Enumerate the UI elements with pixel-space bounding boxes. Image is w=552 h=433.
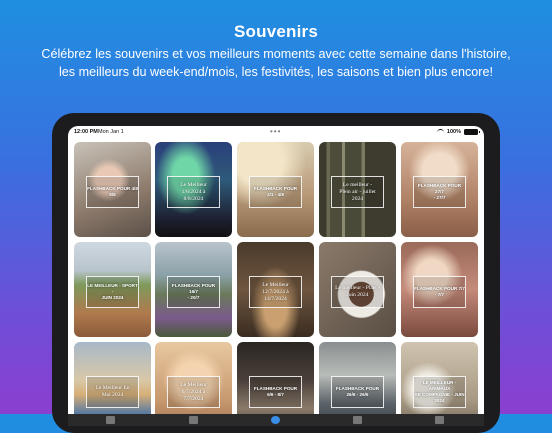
tab-calendar-icon[interactable] [353, 416, 362, 424]
status-date: Mon Jan 1 [98, 129, 124, 135]
memory-title: FLASHBACK POUR 27/7 - 27/7 [417, 183, 462, 200]
wifi-icon [436, 129, 444, 135]
memory-title: FLASHBACK POUR 16/7 - 20/7 [171, 283, 216, 300]
memory-tile[interactable]: FLASHBACK POUR 7/7 - 7/7 [401, 242, 478, 337]
tab-memories-icon[interactable] [271, 416, 280, 424]
memory-title: Le Meilleur 1/8/2024 à 8/8/2024 [180, 181, 207, 202]
memory-title: FLASHBACK POUR 2/1 - 4/8 [253, 186, 298, 197]
memory-tile[interactable]: Le Meilleur 12/7/2024 à 14/7/2024 [237, 242, 314, 337]
tile-label-frame: Le Meilleur 1/8/2024 à 8/8/2024 [167, 176, 220, 208]
tile-label-frame: FLASHBACK POUR 16/7 - 20/7 [167, 276, 220, 308]
battery-icon [464, 129, 480, 135]
memory-tile[interactable]: Le Meilleur 1/8/2024 à 8/8/2024 [155, 142, 232, 237]
multitask-dots-icon[interactable]: ••• [270, 127, 281, 136]
tile-label-frame: Le meilleur - Plein air - juillet 2024 [331, 176, 384, 208]
memory-title: Le Meilleur En Mai 2024 [95, 385, 130, 398]
memory-tile[interactable]: FLASHBACK POUR 4/8 8/8 [74, 142, 151, 237]
tile-label-frame: Le Meilleur 6/7/2024 à 7/7/2024 [167, 376, 220, 408]
tab-bar [68, 414, 484, 426]
memory-tile[interactable]: FLASHBACK POUR 2/1 - 4/8 [237, 142, 314, 237]
headline: Souvenirs [234, 22, 318, 41]
status-time: 12:00 PM [74, 129, 98, 135]
memory-tile[interactable]: FLASHBACK POUR 16/7 - 20/7 [155, 242, 232, 337]
memory-tile[interactable]: Le meilleur - Plats - Juin 2024 [319, 242, 396, 337]
memory-title: FLASHBACK POUR 7/7 - 7/7 [414, 286, 465, 297]
tile-label-frame: Le Meilleur En Mai 2024 [86, 376, 139, 408]
tile-label-frame: FLASHBACK POUR 26/6 - 26/6 [331, 376, 384, 408]
tile-label-frame: FLASHBACK POUR 6/6 - 8/7 [249, 376, 302, 408]
memory-tile[interactable]: FLASHBACK POUR 27/7 - 27/7 [401, 142, 478, 237]
memory-title: FLASHBACK POUR 26/6 - 26/6 [335, 386, 380, 397]
memory-title: FLASHBACK POUR 6/6 - 8/7 [253, 386, 298, 397]
tab-albums-icon[interactable] [189, 416, 198, 424]
status-bar: 12:00 PM Mon Jan 1 ••• 100% [68, 126, 484, 140]
tile-label-frame: LE MEILLEUR - SPORT - JUIN 2024 [86, 276, 139, 308]
memory-title: LE MEILLEUR - ANIMAUX DE COMPAGNIE - JUI… [414, 380, 465, 403]
memory-tile[interactable]: Le meilleur - Plein air - juillet 2024 [319, 142, 396, 237]
ipad-screen: 12:00 PM Mon Jan 1 ••• 100% FLASHBACK PO… [68, 126, 484, 426]
tile-label-frame: Le meilleur - Plats - Juin 2024 [331, 276, 384, 308]
memory-title: Le meilleur - Plats - Juin 2024 [335, 285, 380, 298]
memory-title: Le Meilleur 6/7/2024 à 7/7/2024 [180, 381, 207, 402]
tile-label-frame: LE MEILLEUR - ANIMAUX DE COMPAGNIE - JUI… [413, 376, 466, 408]
battery-percent: 100% [446, 129, 461, 135]
tile-label-frame: FLASHBACK POUR 27/7 - 27/7 [413, 176, 466, 208]
tile-label-frame: Le Meilleur 12/7/2024 à 14/7/2024 [249, 276, 302, 308]
status-indicators: 100% [436, 129, 480, 135]
tile-label-frame: FLASHBACK POUR 4/8 8/8 [86, 176, 139, 208]
tab-photos-icon[interactable] [106, 416, 115, 424]
memory-tile[interactable]: LE MEILLEUR - SPORT - JUIN 2024 [74, 242, 151, 337]
memory-title: LE MEILLEUR - SPORT - JUIN 2024 [87, 283, 138, 300]
subheadline: Célébrez les souvenirs et vos meilleurs … [41, 47, 511, 79]
memory-title: FLASHBACK POUR 4/8 8/8 [87, 186, 138, 197]
tile-label-frame: FLASHBACK POUR 2/1 - 4/8 [249, 176, 302, 208]
memory-title: Le meilleur - Plein air - juillet 2024 [339, 181, 376, 202]
tab-more-icon[interactable] [435, 416, 444, 424]
memory-title: Le Meilleur 12/7/2024 à 14/7/2024 [262, 281, 289, 302]
tile-label-frame: FLASHBACK POUR 7/7 - 7/7 [413, 276, 466, 308]
